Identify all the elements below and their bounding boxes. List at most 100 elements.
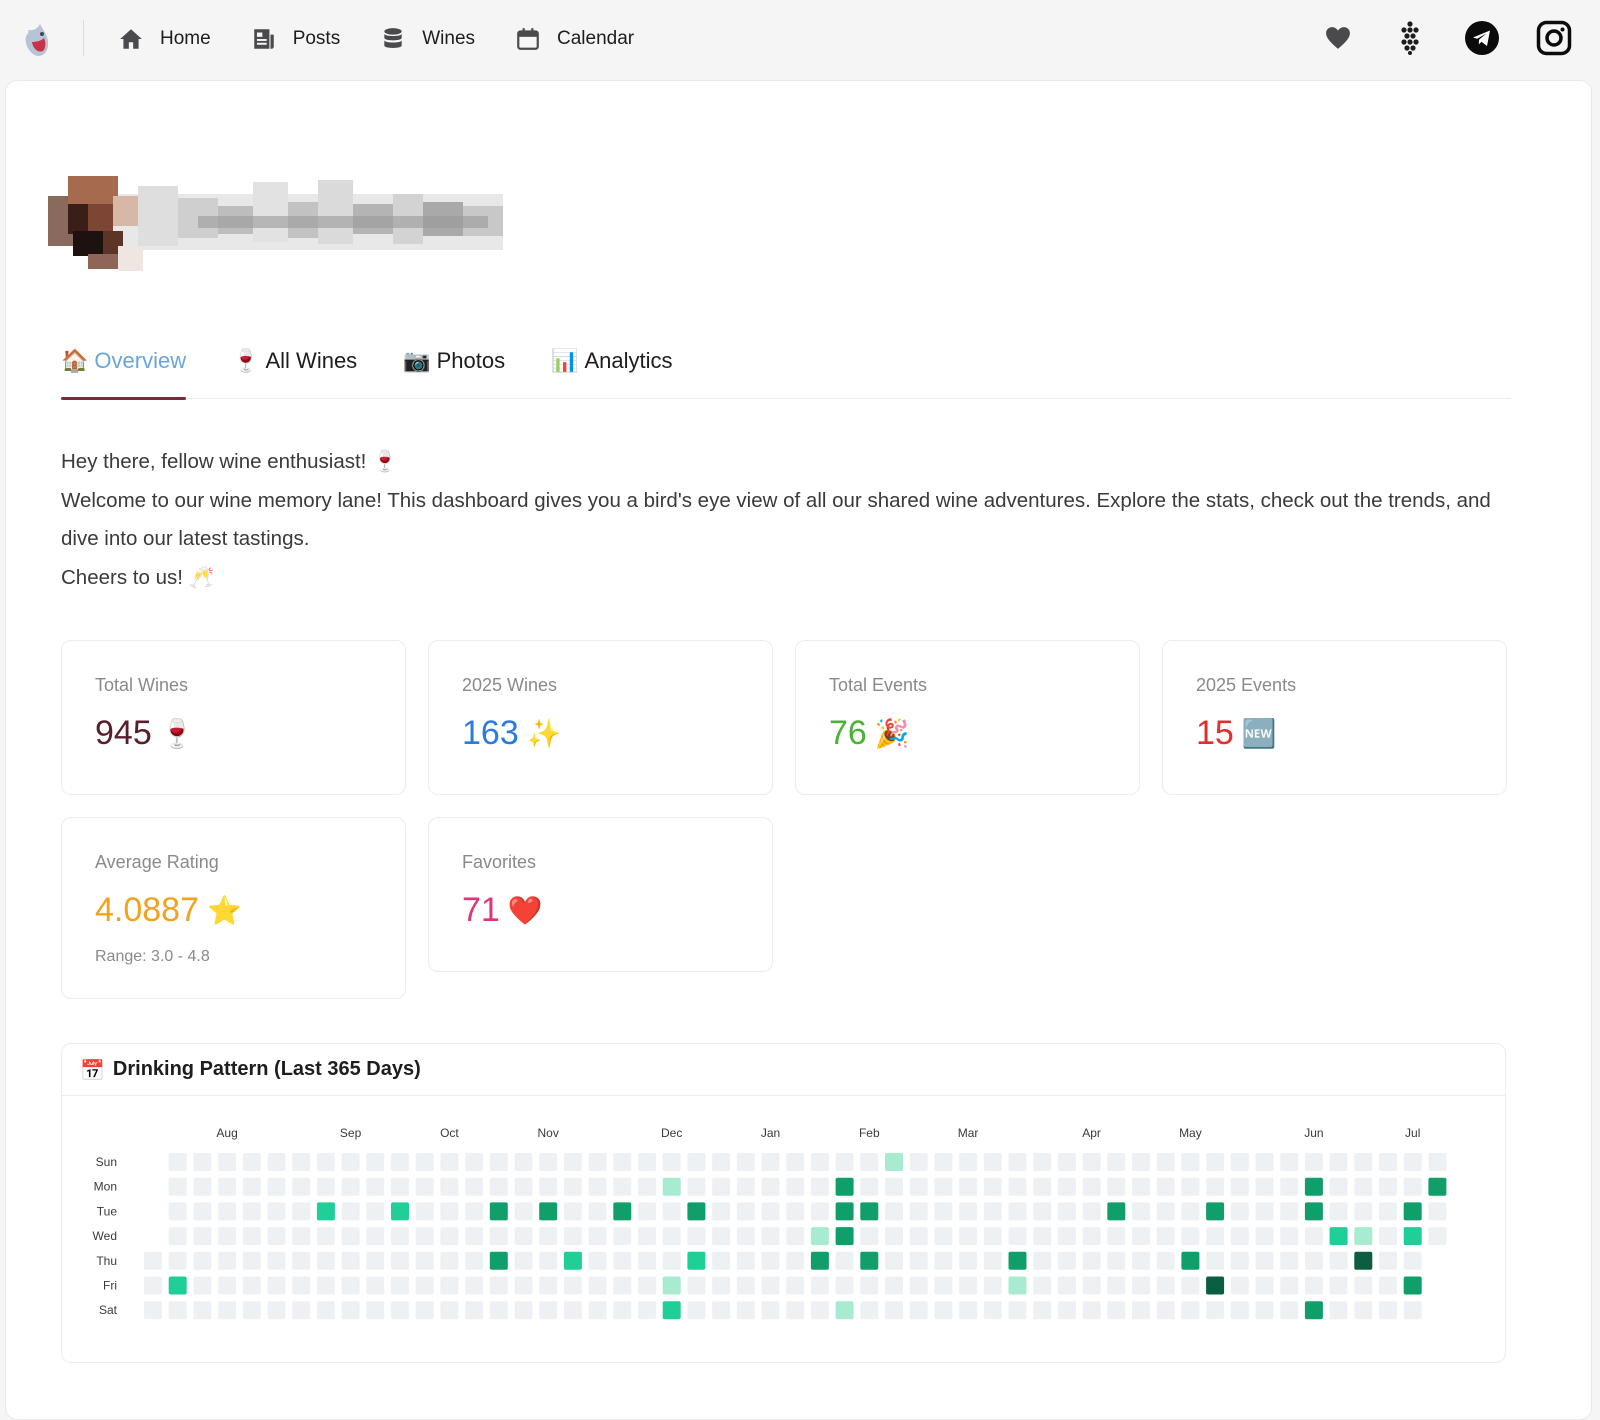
heatmap-cell[interactable] xyxy=(909,1202,928,1221)
heatmap-cell[interactable] xyxy=(440,1202,459,1221)
heatmap-cell-active[interactable] xyxy=(1304,1301,1323,1320)
heatmap-cell[interactable] xyxy=(736,1301,755,1320)
heatmap-cell[interactable] xyxy=(909,1301,928,1320)
heatmap-cell[interactable] xyxy=(959,1153,978,1171)
heatmap-cell[interactable] xyxy=(1329,1276,1348,1295)
heatmap-cell[interactable] xyxy=(761,1153,780,1171)
heatmap-cell[interactable] xyxy=(440,1153,459,1171)
heatmap-cell[interactable] xyxy=(391,1153,409,1171)
heatmap-cell[interactable] xyxy=(588,1251,607,1270)
heatmap-cell[interactable] xyxy=(885,1276,903,1295)
heatmap-cell[interactable] xyxy=(1206,1177,1225,1196)
heatmap-cell[interactable] xyxy=(193,1177,212,1196)
heatmap-cell[interactable] xyxy=(687,1153,706,1171)
heatmap-cell[interactable] xyxy=(415,1177,434,1196)
heatmap-cell-active[interactable] xyxy=(860,1251,879,1270)
heatmap-cell[interactable] xyxy=(1206,1251,1225,1270)
heatmap-cell[interactable] xyxy=(1354,1153,1373,1171)
heatmap-cell[interactable] xyxy=(1132,1227,1150,1246)
heatmap-cell[interactable] xyxy=(736,1202,755,1221)
heatmap-cell[interactable] xyxy=(613,1177,632,1196)
heatmap-cell[interactable] xyxy=(786,1153,805,1171)
heatmap-cell[interactable] xyxy=(1329,1301,1348,1320)
heatmap-cell-active[interactable] xyxy=(835,1202,854,1221)
heatmap-cell[interactable] xyxy=(366,1251,385,1270)
heatmap-cell[interactable] xyxy=(1379,1276,1397,1295)
heatmap-cell[interactable] xyxy=(514,1276,533,1295)
heatmap-cell[interactable] xyxy=(415,1227,434,1246)
heatmap-cell[interactable] xyxy=(1230,1227,1249,1246)
heatmap-cell[interactable] xyxy=(638,1202,656,1221)
heatmap-cell[interactable] xyxy=(341,1202,360,1221)
heatmap-cell[interactable] xyxy=(860,1276,879,1295)
heatmap-cell[interactable] xyxy=(1304,1251,1323,1270)
heatmap-cell[interactable] xyxy=(267,1227,286,1246)
heatmap-cell[interactable] xyxy=(934,1227,953,1246)
heatmap-cell[interactable] xyxy=(539,1276,558,1295)
heatmap-cell-active[interactable] xyxy=(1354,1251,1373,1270)
heatmap-cell[interactable] xyxy=(934,1177,953,1196)
heatmap-cell[interactable] xyxy=(934,1202,953,1221)
heatmap-cell[interactable] xyxy=(1181,1153,1200,1171)
heatmap-cell[interactable] xyxy=(885,1202,903,1221)
heatmap-cell[interactable] xyxy=(440,1301,459,1320)
heatmap-cell-active[interactable] xyxy=(489,1251,508,1270)
heatmap-cell[interactable] xyxy=(292,1202,311,1221)
heatmap-cell-active[interactable] xyxy=(687,1251,706,1270)
heatmap-cell-active[interactable] xyxy=(835,1301,854,1320)
heatmap-cell[interactable] xyxy=(316,1301,335,1320)
heatmap-cell[interactable] xyxy=(489,1227,508,1246)
heatmap-cell[interactable] xyxy=(563,1177,582,1196)
heatmap-cell[interactable] xyxy=(1280,1227,1299,1246)
heatmap-cell-active[interactable] xyxy=(613,1202,632,1221)
heatmap-cell[interactable] xyxy=(1255,1153,1274,1171)
heatmap-cell-active[interactable] xyxy=(316,1202,335,1221)
heatmap-cell[interactable] xyxy=(959,1227,978,1246)
heatmap-cell[interactable] xyxy=(242,1301,261,1320)
heatmap-cell-active[interactable] xyxy=(810,1251,829,1270)
nav-wines[interactable]: Wines xyxy=(380,26,475,52)
heatmap-cell[interactable] xyxy=(563,1276,582,1295)
heatmap-cell[interactable] xyxy=(1181,1227,1200,1246)
heatmap-cell[interactable] xyxy=(539,1301,558,1320)
nav-posts[interactable]: Posts xyxy=(251,26,340,52)
heatmap-cell[interactable] xyxy=(267,1153,286,1171)
heatmap-cell[interactable] xyxy=(465,1177,484,1196)
heatmap-cell[interactable] xyxy=(440,1177,459,1196)
heatmap-cell[interactable] xyxy=(613,1301,632,1320)
heatmap-cell[interactable] xyxy=(1082,1177,1101,1196)
heatmap-cell[interactable] xyxy=(514,1153,533,1171)
heatmap-cell[interactable] xyxy=(1107,1301,1126,1320)
heatmap-cell[interactable] xyxy=(712,1276,731,1295)
heatmap-cell[interactable] xyxy=(909,1276,928,1295)
heatmap-cell-active[interactable] xyxy=(835,1177,854,1196)
heatmap-cell[interactable] xyxy=(193,1202,212,1221)
heatmap-cell[interactable] xyxy=(1132,1202,1150,1221)
heatmap-cell[interactable] xyxy=(242,1202,261,1221)
heatmap-cell-active[interactable] xyxy=(662,1276,681,1295)
heatmap-cell[interactable] xyxy=(391,1177,409,1196)
heatmap-cell[interactable] xyxy=(638,1177,656,1196)
heatmap-cell[interactable] xyxy=(638,1276,656,1295)
heatmap-cell[interactable] xyxy=(1082,1251,1101,1270)
heatmap-cell[interactable] xyxy=(440,1227,459,1246)
heatmap-cell[interactable] xyxy=(489,1153,508,1171)
heatmap-cell[interactable] xyxy=(366,1227,385,1246)
heatmap-cell[interactable] xyxy=(465,1276,484,1295)
vivino-link[interactable] xyxy=(1390,18,1430,58)
heatmap-cell[interactable] xyxy=(1008,1301,1027,1320)
heatmap-cell[interactable] xyxy=(983,1301,1002,1320)
heatmap-cell[interactable] xyxy=(613,1276,632,1295)
heatmap-cell-active[interactable] xyxy=(391,1202,409,1221)
heatmap-cell[interactable] xyxy=(1008,1202,1027,1221)
heatmap-cell-active[interactable] xyxy=(1403,1202,1422,1221)
heatmap-cell[interactable] xyxy=(588,1276,607,1295)
heatmap-cell[interactable] xyxy=(1304,1153,1323,1171)
heatmap-cell[interactable] xyxy=(1057,1276,1076,1295)
heatmap-cell[interactable] xyxy=(1379,1301,1397,1320)
heatmap-cell[interactable] xyxy=(885,1227,903,1246)
heatmap-cell-active[interactable] xyxy=(835,1227,854,1246)
heatmap-cell-active[interactable] xyxy=(1206,1276,1225,1295)
heatmap-cell[interactable] xyxy=(1057,1227,1076,1246)
heatmap-cell[interactable] xyxy=(712,1202,731,1221)
